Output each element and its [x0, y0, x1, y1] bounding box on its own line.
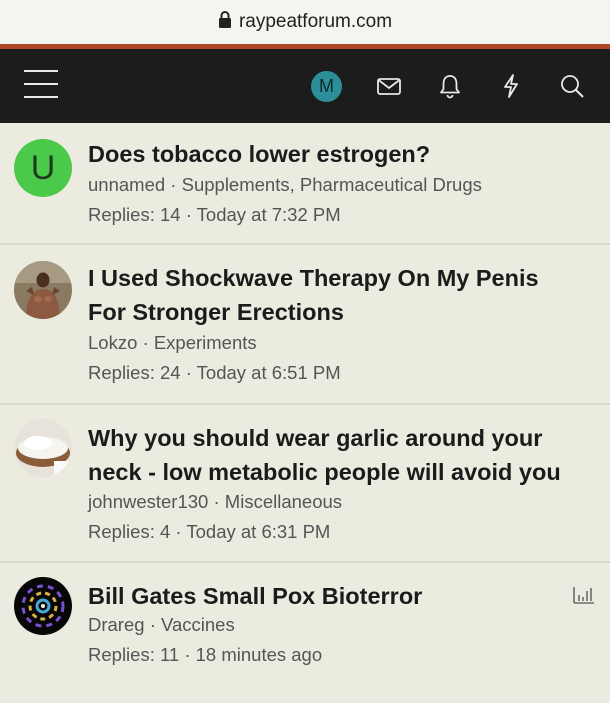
menu-icon[interactable]: [24, 67, 62, 103]
user-avatar[interactable]: M: [311, 71, 342, 102]
avatar[interactable]: [14, 419, 72, 477]
avatar[interactable]: U: [14, 139, 72, 197]
thread-title-line: neck - low metabolic people will avoid y…: [88, 459, 561, 485]
thread-author[interactable]: Drareg: [88, 614, 145, 635]
thread-title[interactable]: Why you should wear garlic around your n…: [88, 421, 598, 489]
meta-separator: ·: [165, 174, 182, 195]
thread-title-line: Why you should wear garlic around your: [88, 425, 543, 451]
thread-item[interactable]: Why you should wear garlic around your n…: [0, 405, 610, 563]
meta-separator: ·: [137, 332, 154, 353]
meta-separator: ·: [208, 491, 225, 512]
url-text: raypeatforum.com: [238, 11, 393, 32]
thread-title[interactable]: I Used Shockwave Therapy On My Penis For…: [88, 261, 598, 329]
lock-icon: [218, 10, 232, 34]
bar-chart-icon[interactable]: [572, 585, 596, 605]
thread-title[interactable]: Does tobacco lower estrogen?: [88, 137, 598, 171]
meta-separator: ·: [144, 614, 162, 635]
thread-author[interactable]: Lokzo: [88, 332, 137, 353]
thread-title-line: For Stronger Erections: [88, 299, 344, 325]
thread-title[interactable]: Bill Gates Small Pox Bioterror: [88, 579, 598, 613]
thread-stats: Replies: 11 · 18 minutes ago: [88, 644, 323, 665]
thread-meta: unnamed · Supplements, Pharmaceutical Dr…: [88, 173, 482, 197]
thread-title-line: Bill Gates Small Pox Bioterror: [88, 583, 423, 609]
thread-stats: Replies: 14 · Today at 7:32 PM: [88, 204, 341, 225]
avatar[interactable]: [14, 261, 72, 319]
browser-url-bar[interactable]: raypeatforum.com: [0, 0, 610, 44]
thread-author[interactable]: unnamed: [88, 174, 165, 195]
thread-item[interactable]: Bill Gates Small Pox Bioterror Drareg · …: [0, 563, 610, 703]
thread-meta: Lokzo · Experiments: [88, 331, 257, 355]
mail-icon[interactable]: [374, 71, 404, 101]
bell-icon[interactable]: [435, 71, 465, 101]
thread-item[interactable]: U Does tobacco lower estrogen? unnamed ·…: [0, 123, 610, 245]
thread-stats: Replies: 4 · Today at 6:31 PM: [88, 521, 331, 542]
thread-title-line: Does tobacco lower estrogen?: [88, 141, 431, 167]
lightning-icon[interactable]: [496, 71, 526, 101]
thread-forum[interactable]: Miscellaneous: [225, 491, 342, 512]
thread-item[interactable]: I Used Shockwave Therapy On My Penis For…: [0, 245, 610, 405]
thread-title-line: I Used Shockwave Therapy On My Penis: [88, 265, 539, 291]
top-navbar: [0, 49, 610, 123]
thread-stats: Replies: 24 · Today at 6:51 PM: [88, 362, 341, 383]
search-icon[interactable]: [557, 71, 587, 101]
thread-forum[interactable]: Experiments: [154, 332, 257, 353]
thread-meta: johnwester130 · Miscellaneous: [88, 490, 342, 514]
thread-author[interactable]: johnwester130: [88, 491, 208, 512]
thread-forum[interactable]: Vaccines: [161, 614, 235, 635]
thread-meta: Drareg · Vaccines: [88, 613, 235, 637]
avatar[interactable]: [14, 577, 72, 635]
thread-forum[interactable]: Supplements, Pharmaceutical Drugs: [182, 174, 482, 195]
